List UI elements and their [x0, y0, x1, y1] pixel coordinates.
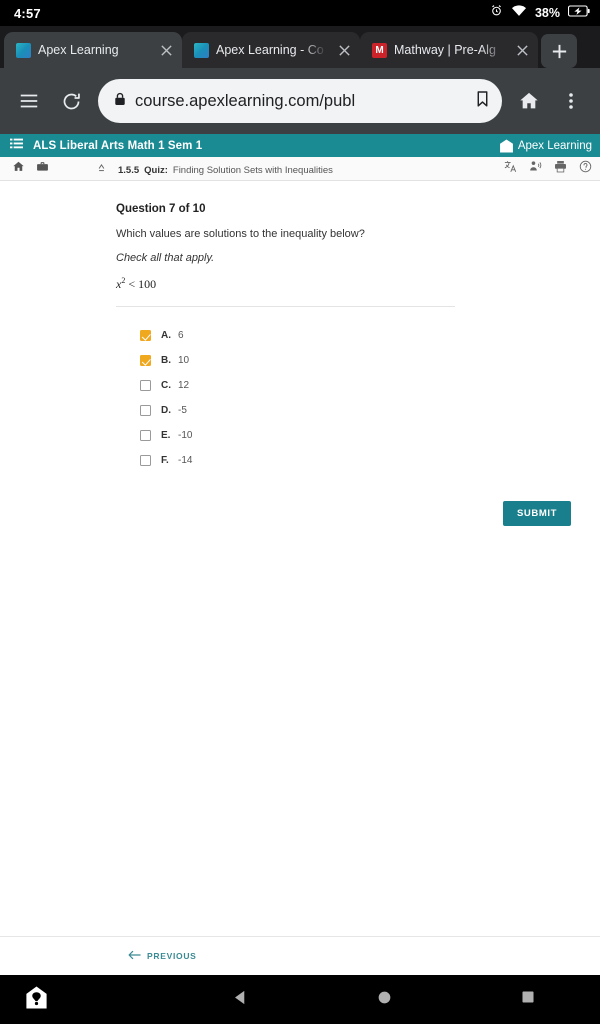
checkbox-c[interactable] — [140, 380, 151, 391]
option-f[interactable]: F. -14 — [116, 448, 460, 473]
lock-icon — [114, 92, 126, 111]
android-nav-bar — [0, 975, 600, 1024]
mathway-favicon: M — [372, 42, 387, 58]
browser-toolbar: course.apexlearning.com/publ — [0, 68, 600, 134]
checkbox-e[interactable] — [140, 430, 151, 441]
android-status-bar: 4:57 38% — [0, 0, 600, 26]
home-button[interactable] — [312, 989, 456, 1011]
briefcase-icon[interactable] — [36, 160, 49, 178]
option-letter: A. — [161, 330, 171, 341]
battery-charging-icon — [567, 4, 590, 22]
option-b[interactable]: B. 10 — [116, 348, 460, 373]
translate-icon[interactable] — [504, 160, 517, 178]
question-prompt: Which values are solutions to the inequa… — [116, 228, 365, 240]
help-icon[interactable] — [579, 160, 592, 178]
breadcrumb-type: Quiz: — [144, 164, 168, 176]
checkbox-b[interactable] — [140, 355, 151, 366]
apex-favicon — [16, 42, 31, 58]
breadcrumb: 1.5.5 Quiz: Finding Solution Sets with I… — [96, 160, 333, 178]
option-letter: F. — [161, 455, 169, 466]
option-e[interactable]: E. -10 — [116, 423, 460, 448]
option-value: -10 — [178, 430, 193, 441]
bookmark-icon[interactable] — [475, 90, 490, 113]
answer-options: A. 6 B. 10 C. 12 D. -5 E. -10 F. -14 — [116, 323, 460, 473]
als-course-header: ALS Liberal Arts Math 1 Sem 1 Apex Learn… — [0, 134, 600, 157]
browser-tab-strip: Apex Learning Apex Learning - Co M Mathw… — [0, 26, 600, 68]
status-clock: 4:57 — [14, 5, 41, 21]
device-screen: 4:57 38% Apex Learning Apex Learning - C… — [0, 0, 600, 1024]
tab-close-icon[interactable] — [156, 40, 176, 60]
question-heading: Question 7 of 10 — [116, 203, 206, 215]
tab-title: Mathway | Pre-Alg — [394, 43, 496, 57]
app-logo-slot[interactable] — [0, 985, 168, 1015]
arrow-left-icon — [128, 950, 141, 962]
recents-button[interactable] — [456, 989, 600, 1010]
math-expression: x2 < 100 — [116, 276, 460, 292]
option-d[interactable]: D. -5 — [116, 398, 460, 423]
option-letter: C. — [161, 380, 171, 391]
submit-button[interactable]: SUBMIT — [502, 501, 571, 526]
new-tab-button[interactable] — [541, 34, 577, 68]
tab-close-icon[interactable] — [334, 40, 354, 60]
back-button[interactable] — [168, 989, 312, 1011]
als-breadcrumb-bar: 1.5.5 Quiz: Finding Solution Sets with I… — [0, 157, 600, 181]
apex-logo-mark — [499, 139, 513, 152]
option-value: 10 — [178, 355, 190, 366]
course-title: ALS Liberal Arts Math 1 Sem 1 — [33, 139, 203, 152]
section-divider — [116, 306, 455, 307]
back-icon[interactable] — [232, 989, 249, 1011]
reload-icon[interactable] — [50, 80, 92, 122]
tab-title: Apex Learning — [38, 43, 119, 57]
math-rest: < 100 — [125, 277, 157, 291]
checkbox-f[interactable] — [140, 455, 151, 466]
url-bar[interactable]: course.apexlearning.com/publ — [98, 79, 502, 123]
home-icon[interactable] — [12, 160, 25, 178]
option-c[interactable]: C. 12 — [116, 373, 460, 398]
subbar-tools — [504, 160, 592, 178]
browser-tab-3[interactable]: M Mathway | Pre-Alg — [360, 32, 538, 68]
checkbox-a[interactable] — [140, 330, 151, 341]
tab-close-icon[interactable] — [512, 40, 532, 60]
menu-icon[interactable] — [8, 80, 50, 122]
option-letter: D. — [161, 405, 171, 416]
battery-percent-label: 38% — [534, 6, 560, 20]
apex-learning-logo: Apex Learning — [499, 139, 592, 153]
up-arrow-icon[interactable] — [96, 160, 107, 178]
option-letter: B. — [161, 355, 171, 366]
home-icon[interactable] — [508, 80, 550, 122]
apex-favicon — [194, 42, 209, 58]
question-block: Question 7 of 10 Which values are soluti… — [0, 181, 571, 526]
tab-title: Apex Learning - Co — [216, 43, 324, 57]
overflow-menu-icon[interactable] — [550, 80, 592, 122]
app-logo-icon[interactable] — [24, 985, 49, 1015]
breadcrumb-number: 1.5.5 — [118, 164, 140, 176]
option-value: 12 — [178, 380, 190, 391]
wifi-icon — [511, 4, 527, 22]
url-text: course.apexlearning.com/publ — [135, 91, 356, 110]
option-value: 6 — [178, 330, 184, 341]
quiz-content: Question 7 of 10 Which values are soluti… — [0, 181, 600, 936]
option-value: -14 — [178, 455, 193, 466]
browser-tab-1[interactable]: Apex Learning — [4, 32, 182, 68]
previous-link[interactable]: PREVIOUS — [128, 950, 197, 962]
list-menu-icon[interactable] — [10, 137, 23, 155]
alarm-icon — [490, 4, 503, 22]
submit-row: SUBMIT — [116, 501, 571, 526]
previous-label: PREVIOUS — [147, 951, 197, 961]
question-instruction: Check all that apply. — [116, 252, 215, 264]
recents-icon[interactable] — [520, 989, 536, 1010]
checkbox-d[interactable] — [140, 405, 151, 416]
read-aloud-icon[interactable] — [529, 160, 542, 178]
option-value: -5 — [178, 405, 187, 416]
page-navigation-bar: PREVIOUS — [0, 936, 600, 975]
option-letter: E. — [161, 430, 171, 441]
print-icon[interactable] — [554, 160, 567, 178]
option-a[interactable]: A. 6 — [116, 323, 460, 348]
breadcrumb-name: Finding Solution Sets with Inequalities — [172, 164, 333, 176]
browser-tab-2[interactable]: Apex Learning - Co — [182, 32, 360, 68]
home-icon[interactable] — [376, 989, 393, 1011]
status-indicators: 38% — [490, 4, 590, 22]
brand-name: Apex Learning — [517, 139, 592, 152]
